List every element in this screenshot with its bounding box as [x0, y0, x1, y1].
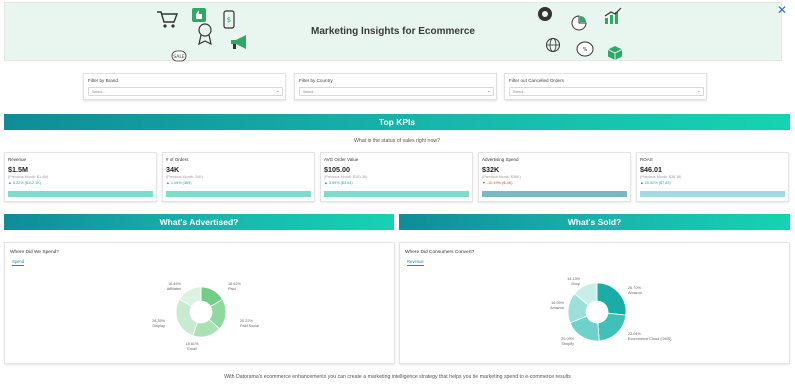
- filter-brand-placeholder: Select...: [92, 89, 105, 94]
- slice-value-label: 20.09%: [561, 337, 575, 341]
- kpi-card-revenue: Revenue $1.5M (Previous Month: $1.4M) ▲ …: [4, 152, 157, 202]
- kpi-change: ▼ -10.19% ($-4K): [482, 181, 513, 185]
- close-icon[interactable]: ✕: [777, 3, 787, 17]
- kpi-previous: (Previous Month: $36K): [482, 175, 521, 179]
- kpi-bar: [324, 191, 469, 197]
- spend-panel: Where Did We Spend? Spend 16.62% Paid 20.2…: [4, 242, 395, 364]
- filter-country-select[interactable]: Select... ⌄: [299, 87, 494, 96]
- kpi-bar-fill: [482, 191, 627, 197]
- kpi-bar: [8, 191, 153, 197]
- kpi-bar-fill: [166, 191, 311, 197]
- kpi-previous: (Previous Month: $38.18): [640, 175, 682, 179]
- whats-advertised-header: What's Advertised?: [4, 214, 394, 230]
- svg-text:SALE: SALE: [173, 54, 185, 60]
- filter-brand: Filter by Brand Select... ⌄: [83, 73, 286, 100]
- chevron-down-icon: ⌄: [486, 88, 491, 94]
- svg-text:$: $: [227, 16, 231, 24]
- top-kpis-header: Top KPIs: [4, 114, 790, 130]
- kpi-label: # of Orders: [166, 157, 189, 162]
- kpi-label: AVG Order Value: [324, 157, 359, 162]
- kpi-change: ▲ 8.22% ($112.1K): [8, 181, 42, 185]
- kpi-value: 34K: [166, 165, 180, 174]
- spend-donut-chart: 16.62%Paid 20.22%Paid Social 18.61%Email 28…: [152, 282, 259, 351]
- kpi-card-advertising-spend: Advertising Spend $32K (Previous Month: …: [478, 152, 631, 202]
- kpi-bar: [482, 191, 627, 197]
- slice-category-label: Shopify: [561, 342, 574, 346]
- whats-sold-header: What's Sold?: [399, 214, 790, 230]
- donut-slice[interactable]: [175, 298, 198, 337]
- thumbs-up-icon: [192, 8, 206, 22]
- slice-category-label: Paid: [228, 287, 236, 291]
- slice-category-label: Affiliates: [167, 287, 181, 291]
- kpi-bar-fill: [640, 191, 785, 197]
- slice-value-label: 18.61%: [186, 342, 200, 346]
- slice-category-label: Paid Social: [240, 324, 259, 328]
- filter-country-label: Filter by Country: [299, 78, 333, 83]
- slice-category-label: Amazon: [628, 291, 642, 295]
- filter-country: Filter by Country Select... ⌄: [294, 73, 497, 100]
- page-title: Marketing Insights for Ecommerce: [311, 26, 475, 37]
- conversion-panel: Where Did Consumers Convert? Revenue 26.…: [399, 242, 790, 364]
- filter-cancelled-placeholder: Select...: [513, 89, 526, 94]
- kpi-card-orders: # of Orders 34K (Previous Month: 34K) ▲ …: [162, 152, 315, 202]
- kpi-change: ▲ 3.59% ($3.64): [324, 181, 353, 185]
- banner: $ SALE % Marketing Insights for Ecommerc…: [4, 2, 782, 62]
- slice-value-label: 16.62%: [228, 282, 242, 286]
- kpi-value: $46.01: [640, 165, 662, 174]
- filter-brand-label: Filter by Brand: [88, 78, 118, 83]
- kpi-value: $32K: [482, 165, 500, 174]
- slice-category-label: Shop: [571, 282, 580, 286]
- package-box-icon: [607, 46, 623, 60]
- footer-text: With Datorama's ecommerce enhancements y…: [224, 374, 571, 380]
- slice-category-label: Display: [153, 324, 166, 328]
- kpi-label: Advertising Spend: [482, 157, 519, 162]
- chevron-down-icon: ⌄: [696, 88, 701, 94]
- kpi-bar: [640, 191, 785, 197]
- coin-icon: [538, 7, 552, 21]
- slice-value-label: 20.22%: [240, 319, 254, 323]
- slice-category-label: Ecommerce Cloud (OMS): [628, 337, 672, 341]
- slice-category-label: Email: [187, 347, 197, 351]
- filter-country-placeholder: Select...: [303, 89, 316, 94]
- kpi-card-avg-order-value: AVG Order Value $105.00 (Previous Month:…: [320, 152, 473, 202]
- globe-icon: [546, 38, 560, 52]
- slice-value-label: 16.46%: [168, 282, 182, 286]
- kpi-bar: [166, 191, 311, 197]
- slice-value-label: 28.35%: [152, 319, 166, 323]
- kpi-previous: (Previous Month: 34K): [166, 175, 203, 179]
- percent-off-badge-icon: %: [576, 41, 594, 57]
- kpi-value: $105.00: [324, 165, 350, 174]
- kpi-change: ▲ 20.50% ($7.83): [640, 181, 671, 185]
- chevron-down-icon: ⌄: [275, 88, 280, 94]
- kpi-bar-fill: [8, 191, 153, 197]
- sale-tag-icon: SALE: [171, 50, 187, 62]
- slice-value-label: 22.04%: [628, 332, 642, 336]
- slice-category-label: Amazon: [550, 306, 564, 310]
- conversion-donut-chart: 26.70%Amazon22.04%Ecommerce Cloud (OMS)2…: [550, 277, 672, 346]
- kpi-label: Revenue: [8, 157, 27, 162]
- filter-cancelled-orders: Filter out Cancelled Orders Select... ⌄: [504, 73, 707, 100]
- kpi-label: ROAS: [640, 157, 653, 162]
- kpi-bar-fill: [324, 191, 469, 197]
- kpi-change: ▲ 1.09% (369): [166, 181, 192, 185]
- kpi-value: $1.5M: [8, 165, 28, 174]
- kpi-question: What is the status of sales right now?: [354, 138, 440, 144]
- kpi-previous: (Previous Month: $1.4M): [8, 175, 49, 179]
- growth-chart-icon: [604, 7, 622, 24]
- donut-slice[interactable]: [596, 282, 627, 316]
- donut-slice[interactable]: [597, 312, 627, 342]
- svg-text:%: %: [583, 47, 588, 53]
- kpi-previous: (Previous Month: $101.36): [324, 175, 368, 179]
- slice-value-label: 14.13%: [567, 277, 581, 281]
- filter-cancelled-select[interactable]: Select... ⌄: [509, 87, 704, 96]
- kpi-card-roas: ROAS $46.01 (Previous Month: $38.18) ▲ 2…: [636, 152, 789, 202]
- slice-value-label: 26.70%: [628, 286, 642, 290]
- slice-value-label: 16.95%: [551, 301, 565, 305]
- filter-cancelled-label: Filter out Cancelled Orders: [509, 78, 564, 83]
- filter-brand-select[interactable]: Select... ⌄: [88, 87, 283, 96]
